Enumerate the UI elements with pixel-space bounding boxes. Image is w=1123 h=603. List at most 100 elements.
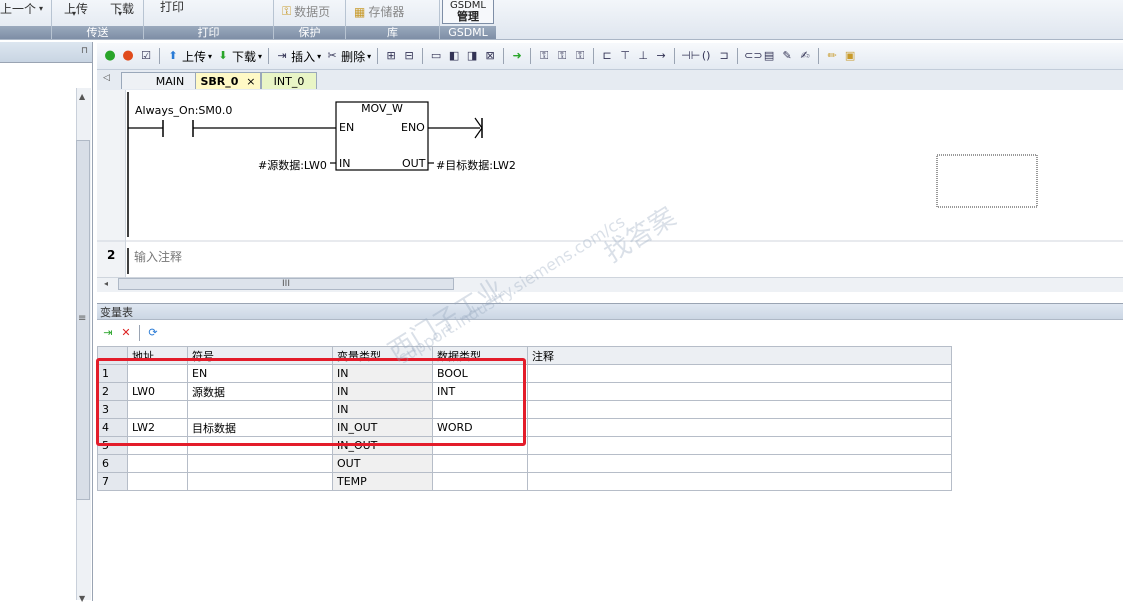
toolbar-separator	[159, 48, 160, 64]
row-number[interactable]: 7	[97, 472, 128, 491]
network-comment[interactable]: 输入注释	[134, 248, 182, 265]
insert-label: 插入	[291, 49, 316, 64]
upload-button[interactable]: ⬆ 上传 ▾	[166, 48, 212, 65]
network-clear-icon[interactable]: ⊠	[483, 49, 497, 63]
box-eno-pin: ENO	[401, 121, 425, 134]
table-row[interactable]: 6 OUT	[97, 454, 952, 473]
edit-note-icon[interactable]: ✎	[780, 49, 794, 63]
ribbon-group-label: 保护	[274, 26, 345, 39]
download-button[interactable]: ⬇ 下载 ▾	[216, 48, 262, 65]
scroll-up-icon[interactable]: ▲	[79, 92, 85, 101]
delete-row-icon[interactable]: ✕	[119, 326, 133, 340]
memory-icon: ▦	[354, 4, 366, 19]
cell-comment[interactable]	[527, 364, 952, 383]
cell-var-type[interactable]: TEMP	[332, 472, 433, 491]
key-icon: ⚿	[282, 4, 292, 18]
box-icon[interactable]: ⊐	[717, 49, 731, 63]
editor-hscroll-thumb[interactable]: III	[118, 278, 454, 290]
line-right-icon[interactable]: →	[654, 49, 668, 63]
tab-scroll-left-icon[interactable]: ◁	[103, 73, 110, 83]
contact-icon[interactable]: ⊣⊢	[681, 49, 700, 63]
symbol-table-icon[interactable]: ▤	[762, 49, 776, 63]
pencil-icon[interactable]: ✏	[825, 49, 839, 63]
cell-comment[interactable]	[527, 400, 952, 419]
cell-comment[interactable]	[527, 454, 952, 473]
download-label: 下载	[232, 49, 257, 64]
chevron-down-icon: ▾	[39, 4, 44, 13]
row-number[interactable]: 6	[97, 454, 128, 473]
delete-button[interactable]: ✂ 删除 ▾	[325, 48, 371, 65]
memory-button[interactable]: ▦ 存储器	[354, 3, 404, 20]
tab-sbr0[interactable]: SBR_0 ×	[195, 72, 261, 89]
scroll-left-icon[interactable]: ◂	[104, 279, 108, 288]
cell-data-type[interactable]	[432, 472, 528, 491]
branch-icon[interactable]: ⊏	[600, 49, 614, 63]
network-next-icon[interactable]: ◨	[465, 49, 479, 63]
tab-int0[interactable]: INT_0	[261, 72, 317, 89]
lock-block-icon[interactable]: ⚿	[573, 49, 587, 63]
network-prev-icon[interactable]: ◧	[447, 49, 461, 63]
insert-row-icon[interactable]: ⇥	[101, 326, 115, 340]
contact-label[interactable]: Always_On:SM0.0	[135, 104, 232, 117]
out-operand[interactable]: #目标数据:LW2	[436, 157, 516, 173]
cell-address[interactable]	[127, 454, 188, 473]
close-icon[interactable]: ×	[246, 75, 255, 88]
scroll-grip-icon: III	[282, 279, 290, 289]
column-header-comment[interactable]: 注释	[527, 346, 952, 365]
upload-arrow-icon: ⬆	[168, 49, 178, 62]
refresh-icon[interactable]: ⟳	[146, 326, 160, 340]
toolbar-separator	[674, 48, 676, 64]
cell-comment[interactable]	[527, 472, 952, 491]
coil-icon[interactable]: ()	[699, 49, 713, 63]
goto-icon[interactable]: ➜	[510, 49, 524, 63]
cell-data-type[interactable]	[432, 454, 528, 473]
ribbon-group-label: 库	[346, 26, 439, 39]
cell-symbol[interactable]	[187, 454, 333, 473]
ribbon-print-label: 打印	[160, 0, 185, 14]
chevron-down-icon: ▾	[258, 51, 263, 61]
download-arrow-icon: ⬇	[218, 49, 228, 62]
toolbar-separator	[737, 48, 739, 64]
insert-button[interactable]: ⇥ 插入 ▾	[275, 48, 321, 65]
network-icon[interactable]: ▭	[429, 49, 443, 63]
toolbar-separator	[377, 48, 379, 64]
properties-icon[interactable]: ▣	[843, 49, 857, 63]
ribbon-group-prev: 上一个 ▾	[0, 0, 52, 39]
symbol-view-icon[interactable]: ⊂⊃	[744, 49, 762, 63]
ribbon-group-label: 传送	[52, 26, 143, 39]
pin-icon[interactable]: ⊓	[81, 46, 88, 56]
run-icon[interactable]: ●	[103, 49, 117, 63]
gsdml-manage-button[interactable]: GSDML 管理	[442, 0, 494, 24]
selection-box	[936, 154, 1038, 208]
upload-label: 上传	[182, 49, 207, 64]
cell-comment[interactable]	[527, 418, 952, 437]
compile-icon[interactable]: ☑	[139, 49, 153, 63]
chevron-down-icon: ▾	[118, 9, 123, 18]
line-down-icon[interactable]: ⊤	[618, 49, 632, 63]
edit-table-icon[interactable]: ✍	[798, 49, 812, 63]
in-operand[interactable]: #源数据:LW0	[258, 157, 327, 173]
cell-var-type[interactable]: OUT	[332, 454, 433, 473]
scroll-down-icon[interactable]: ▼	[79, 594, 85, 603]
ribbon-group-transfer: 上传 下载 ▾ ▾ 传送	[52, 0, 144, 39]
ribbon-print-button[interactable]: 打印	[160, 0, 184, 15]
cell-symbol[interactable]	[187, 472, 333, 491]
table-row[interactable]: 7 TEMP	[97, 472, 952, 491]
box-out-pin: OUT	[402, 157, 426, 170]
cell-comment[interactable]	[527, 382, 952, 401]
lock-icon[interactable]: ⚿	[537, 49, 551, 63]
cell-comment[interactable]	[527, 436, 952, 455]
cell-address[interactable]	[127, 472, 188, 491]
datapage-button[interactable]: ⚿ 数据页	[282, 3, 330, 20]
network-number: 2	[107, 248, 116, 262]
bookmark-icon[interactable]: ⊞	[384, 49, 398, 63]
lock-open-icon[interactable]: ⚿	[555, 49, 569, 63]
bookmark-next-icon[interactable]: ⊟	[402, 49, 416, 63]
eno-arrow	[474, 117, 483, 129]
stop-icon[interactable]: ●	[121, 49, 135, 63]
line-up-icon[interactable]: ⊥	[636, 49, 650, 63]
splitter-grip-icon[interactable]: ≡	[78, 313, 86, 324]
prev-button[interactable]: 上一个 ▾	[0, 0, 43, 17]
delete-icon: ✂	[327, 49, 337, 62]
chevron-down-icon: ▾	[208, 51, 213, 61]
